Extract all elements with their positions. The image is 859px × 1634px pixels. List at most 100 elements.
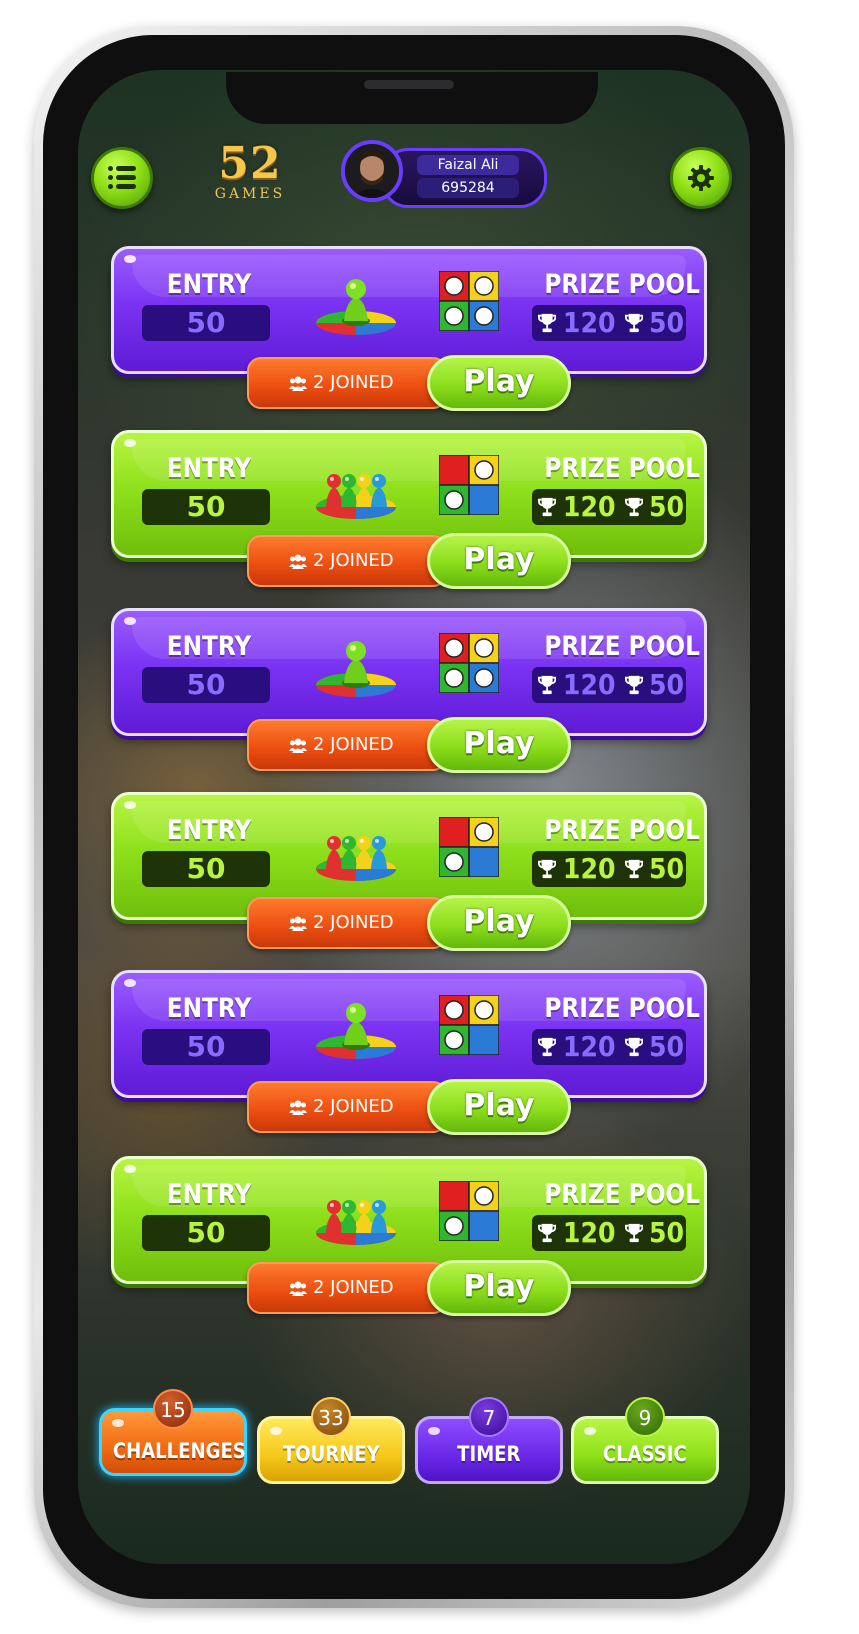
- play-button[interactable]: Play: [427, 1079, 571, 1135]
- trophy-icon: [624, 675, 644, 695]
- prize-pool-label: PRIZE POOL: [544, 453, 700, 484]
- trophy-icon: [624, 1223, 644, 1243]
- prize-first: 120: [563, 852, 616, 885]
- user-profile[interactable]: Faizal Ali 695284: [341, 140, 547, 208]
- prize-first: 120: [563, 668, 616, 701]
- play-button[interactable]: Play: [427, 355, 571, 411]
- entry-value: 50: [142, 667, 270, 703]
- entry-value: 50: [142, 851, 270, 887]
- entry-label: ENTRY: [166, 453, 252, 484]
- joined-badge: 2 JOINED: [247, 897, 447, 949]
- tab-timer[interactable]: 7 TIMER: [415, 1397, 563, 1484]
- entry-label: ENTRY: [166, 993, 252, 1024]
- ludo-board-icon: [439, 1181, 499, 1241]
- user-name: Faizal Ali: [417, 155, 519, 175]
- prize-pool-values: 120 50: [532, 1215, 686, 1251]
- app-logo: 52 GAMES: [206, 142, 294, 208]
- prize-pool-values: 120 50: [532, 489, 686, 525]
- entry-label: ENTRY: [166, 815, 252, 846]
- tab-tourney[interactable]: 33 TOURNEY: [257, 1397, 405, 1484]
- tab-challenges[interactable]: 15 CHALLENGES: [99, 1389, 247, 1476]
- trophy-icon: [624, 1037, 644, 1057]
- logo-number: 52: [218, 138, 282, 189]
- prize-pool-values: 120 50: [532, 305, 686, 341]
- pawn-icon: [316, 1200, 396, 1245]
- group-icon: [289, 916, 307, 931]
- trophy-icon: [624, 497, 644, 517]
- pawn-icon: [316, 641, 396, 697]
- entry-value: 50: [142, 1029, 270, 1065]
- tab-label: CLASSIC: [603, 1442, 687, 1466]
- ludo-board-icon: [439, 633, 499, 693]
- trophy-icon: [624, 859, 644, 879]
- play-button[interactable]: Play: [427, 1260, 571, 1316]
- joined-text: 2 JOINED: [313, 372, 394, 393]
- avatar[interactable]: [341, 140, 403, 202]
- trophy-icon: [538, 859, 557, 879]
- entry-label: ENTRY: [166, 631, 252, 662]
- prize-pool-label: PRIZE POOL: [544, 269, 700, 300]
- joined-text: 2 JOINED: [313, 734, 394, 755]
- trophy-icon: [538, 675, 557, 695]
- tab-label: CHALLENGES: [112, 1439, 246, 1463]
- trophy-icon: [538, 313, 557, 333]
- pawn-icon: [316, 474, 396, 519]
- prize-second: 50: [648, 852, 685, 885]
- prize-first: 120: [563, 1030, 616, 1063]
- joined-text: 2 JOINED: [313, 550, 394, 571]
- play-button[interactable]: Play: [427, 717, 571, 773]
- prize-pool-label: PRIZE POOL: [544, 815, 700, 846]
- prize-second: 50: [648, 1216, 685, 1249]
- trophy-icon: [538, 1037, 557, 1057]
- entry-value: 50: [142, 489, 270, 525]
- pawn-icon: [316, 1003, 396, 1059]
- menu-list-icon: [108, 166, 136, 190]
- ludo-board-icon: [439, 455, 499, 515]
- joined-text: 2 JOINED: [313, 912, 394, 933]
- joined-badge: 2 JOINED: [247, 357, 447, 409]
- group-icon: [289, 738, 307, 753]
- prize-pool-values: 120 50: [532, 851, 686, 887]
- logo-text: GAMES: [214, 186, 286, 202]
- trophy-icon: [538, 1223, 557, 1243]
- entry-value: 50: [142, 305, 270, 341]
- prize-first: 120: [563, 306, 616, 339]
- play-button[interactable]: Play: [427, 533, 571, 589]
- card-action-bar: 2 JOINED Play: [247, 1260, 571, 1316]
- prize-second: 50: [648, 490, 685, 523]
- phone-speaker: [364, 80, 454, 89]
- group-icon: [289, 1281, 307, 1296]
- prize-pool-values: 120 50: [532, 667, 686, 703]
- joined-text: 2 JOINED: [313, 1096, 394, 1117]
- card-action-bar: 2 JOINED Play: [247, 895, 571, 951]
- tab-label: TIMER: [457, 1442, 521, 1466]
- play-button[interactable]: Play: [427, 895, 571, 951]
- joined-badge: 2 JOINED: [247, 1081, 447, 1133]
- joined-text: 2 JOINED: [313, 1277, 394, 1298]
- user-coins: 695284: [417, 178, 519, 198]
- prize-second: 50: [648, 1030, 685, 1063]
- tab-classic[interactable]: 9 CLASSIC: [571, 1397, 719, 1484]
- prize-second: 50: [648, 668, 685, 701]
- prize-first: 120: [563, 490, 616, 523]
- trophy-icon: [624, 313, 644, 333]
- joined-badge: 2 JOINED: [247, 719, 447, 771]
- ludo-board-icon: [439, 817, 499, 877]
- prize-pool-values: 120 50: [532, 1029, 686, 1065]
- group-icon: [289, 376, 307, 391]
- prize-first: 120: [563, 1216, 616, 1249]
- prize-pool-label: PRIZE POOL: [544, 993, 700, 1024]
- settings-button[interactable]: [670, 147, 732, 209]
- pawn-icon: [316, 279, 396, 335]
- prize-pool-label: PRIZE POOL: [544, 1179, 700, 1210]
- card-action-bar: 2 JOINED Play: [247, 533, 571, 589]
- entry-label: ENTRY: [166, 269, 252, 300]
- card-action-bar: 2 JOINED Play: [247, 717, 571, 773]
- gear-icon: [688, 165, 714, 191]
- menu-button[interactable]: [91, 147, 153, 209]
- pawn-icon: [316, 836, 396, 881]
- prize-second: 50: [648, 306, 685, 339]
- trophy-icon: [538, 497, 557, 517]
- tab-label: TOURNEY: [282, 1442, 380, 1466]
- ludo-board-icon: [439, 271, 499, 331]
